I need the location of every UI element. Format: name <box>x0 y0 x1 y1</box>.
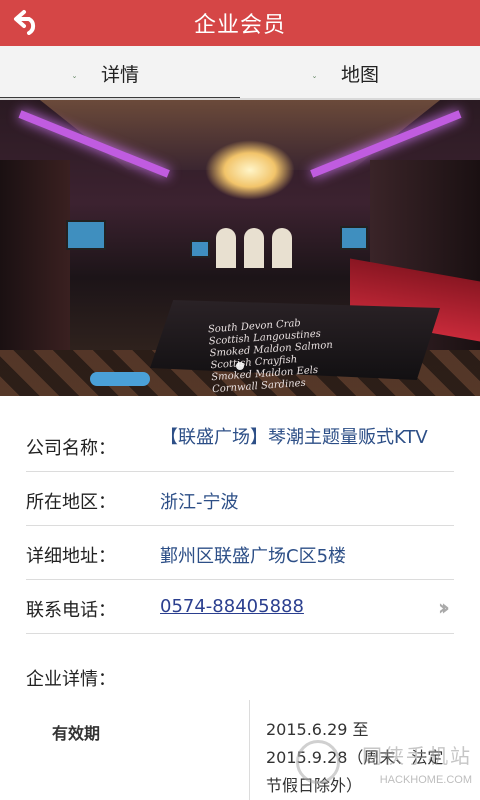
phone-link[interactable]: 0574-88405888 <box>160 580 454 633</box>
photo-window <box>216 228 236 268</box>
company-details-label: 企业详情： <box>26 669 116 690</box>
address-row: 详细地址： 鄞州区联盛广场C区5楼 <box>26 526 454 580</box>
tab-indicator-icon: ˇ <box>72 76 77 87</box>
page-title: 企业会员 <box>193 13 286 38</box>
carousel-indicator <box>0 362 480 370</box>
address-label: 详细地址： <box>26 546 116 567</box>
photo-microphones <box>90 372 150 386</box>
carousel-dot[interactable] <box>236 362 244 370</box>
tab-map[interactable]: ˇ 地图 <box>240 46 480 100</box>
region-row: 所在地区： 浙江-宁波 <box>26 472 454 526</box>
region-label: 所在地区： <box>26 492 116 513</box>
company-name-label: 公司名称： <box>26 438 116 459</box>
region-value: 浙江-宁波 <box>160 492 239 513</box>
venue-photo[interactable]: South Devon Crab Scottish Langoustines S… <box>0 100 480 396</box>
tab-map-label: 地图 <box>340 63 379 86</box>
phone-row[interactable]: 联系电话： 0574-88405888 ›› <box>26 580 454 634</box>
photo-screen <box>66 220 106 250</box>
back-arrow-icon <box>14 10 36 35</box>
tab-bar: ˇ 详情 ˇ 地图 <box>0 46 480 100</box>
photo-chandelier <box>205 140 295 200</box>
app-header: 企业会员 <box>0 0 480 46</box>
address-value: 鄞州区联盛广场C区5楼 <box>160 546 347 567</box>
double-chevron-right-icon[interactable]: ›› <box>438 596 450 621</box>
tab-details[interactable]: ˇ 详情 <box>0 46 240 100</box>
site-watermark: 网侠手机站 HACKHOME.COM <box>296 740 476 798</box>
photo-screen <box>190 240 210 258</box>
company-name-value: 【联盛广场】琴潮主题量贩式KTV <box>160 427 428 448</box>
watermark-url: HACKHOME.COM <box>379 774 472 786</box>
tab-indicator-icon: ˇ <box>312 76 317 87</box>
photo-wall-left <box>0 160 70 350</box>
watermark-title: 网侠手机站 <box>362 744 472 768</box>
photo-menu-text: South Devon Crab Scottish Langoustines S… <box>208 316 336 396</box>
back-button[interactable] <box>12 7 42 37</box>
photo-screen <box>340 226 368 250</box>
validity-label: 有效期 <box>26 700 250 800</box>
company-info-list: 公司名称： 【联盛广场】琴潮主题量贩式KTV 所在地区： 浙江-宁波 详细地址：… <box>26 410 454 634</box>
watermark-logo-icon <box>296 740 340 784</box>
photo-window <box>272 228 292 268</box>
company-name-row: 公司名称： 【联盛广场】琴潮主题量贩式KTV <box>26 410 454 472</box>
phone-label: 联系电话： <box>26 600 116 621</box>
photo-window <box>244 228 264 268</box>
tab-details-label: 详情 <box>100 63 139 86</box>
